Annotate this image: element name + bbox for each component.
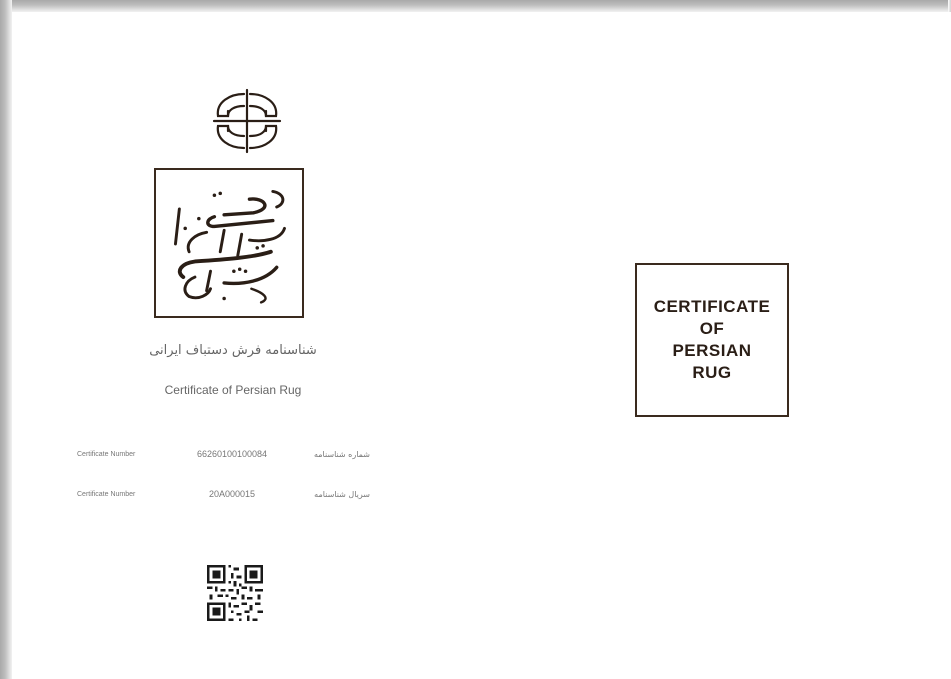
certificate-serial-row: Certificate Number 20A000015 سریال شناسن… bbox=[72, 489, 382, 503]
row-label-english: Certificate Number bbox=[77, 451, 136, 458]
cover-line-of: OF bbox=[699, 319, 725, 338]
cover-line-certificate: CERTIFICATE bbox=[653, 297, 771, 316]
certificate-number-row: Certificate Number 66260100100084 شماره … bbox=[72, 449, 382, 463]
document-frame: شناسنامه فرش دستباف ایرانی Certificate o… bbox=[0, 0, 951, 679]
title-english: Certificate of Persian Rug bbox=[164, 383, 302, 397]
certificate-spread: شناسنامه فرش دستباف ایرانی Certificate o… bbox=[12, 12, 951, 679]
cover-line-persian: PERSIAN bbox=[672, 341, 752, 360]
qr-code-icon bbox=[207, 565, 263, 621]
row-label-persian: شماره شناسنامه bbox=[313, 450, 370, 459]
frame-shadow-top bbox=[0, 0, 951, 12]
row-label-english: Certificate Number bbox=[77, 491, 136, 498]
certificate-serial-value: 20A000015 bbox=[208, 489, 256, 499]
certificate-number-value: 66260100100084 bbox=[196, 449, 268, 459]
frame-shadow-left bbox=[0, 0, 12, 679]
row-label-persian: سریال شناسنامه bbox=[314, 490, 370, 499]
calligraphy-seal bbox=[154, 168, 304, 318]
cover-title-box: CERTIFICATE OF PERSIAN RUG bbox=[635, 263, 789, 417]
emblem-icon bbox=[210, 88, 284, 154]
cover-line-rug: RUG bbox=[692, 363, 732, 382]
title-persian: شناسنامه فرش دستباف ایرانی bbox=[149, 343, 317, 358]
